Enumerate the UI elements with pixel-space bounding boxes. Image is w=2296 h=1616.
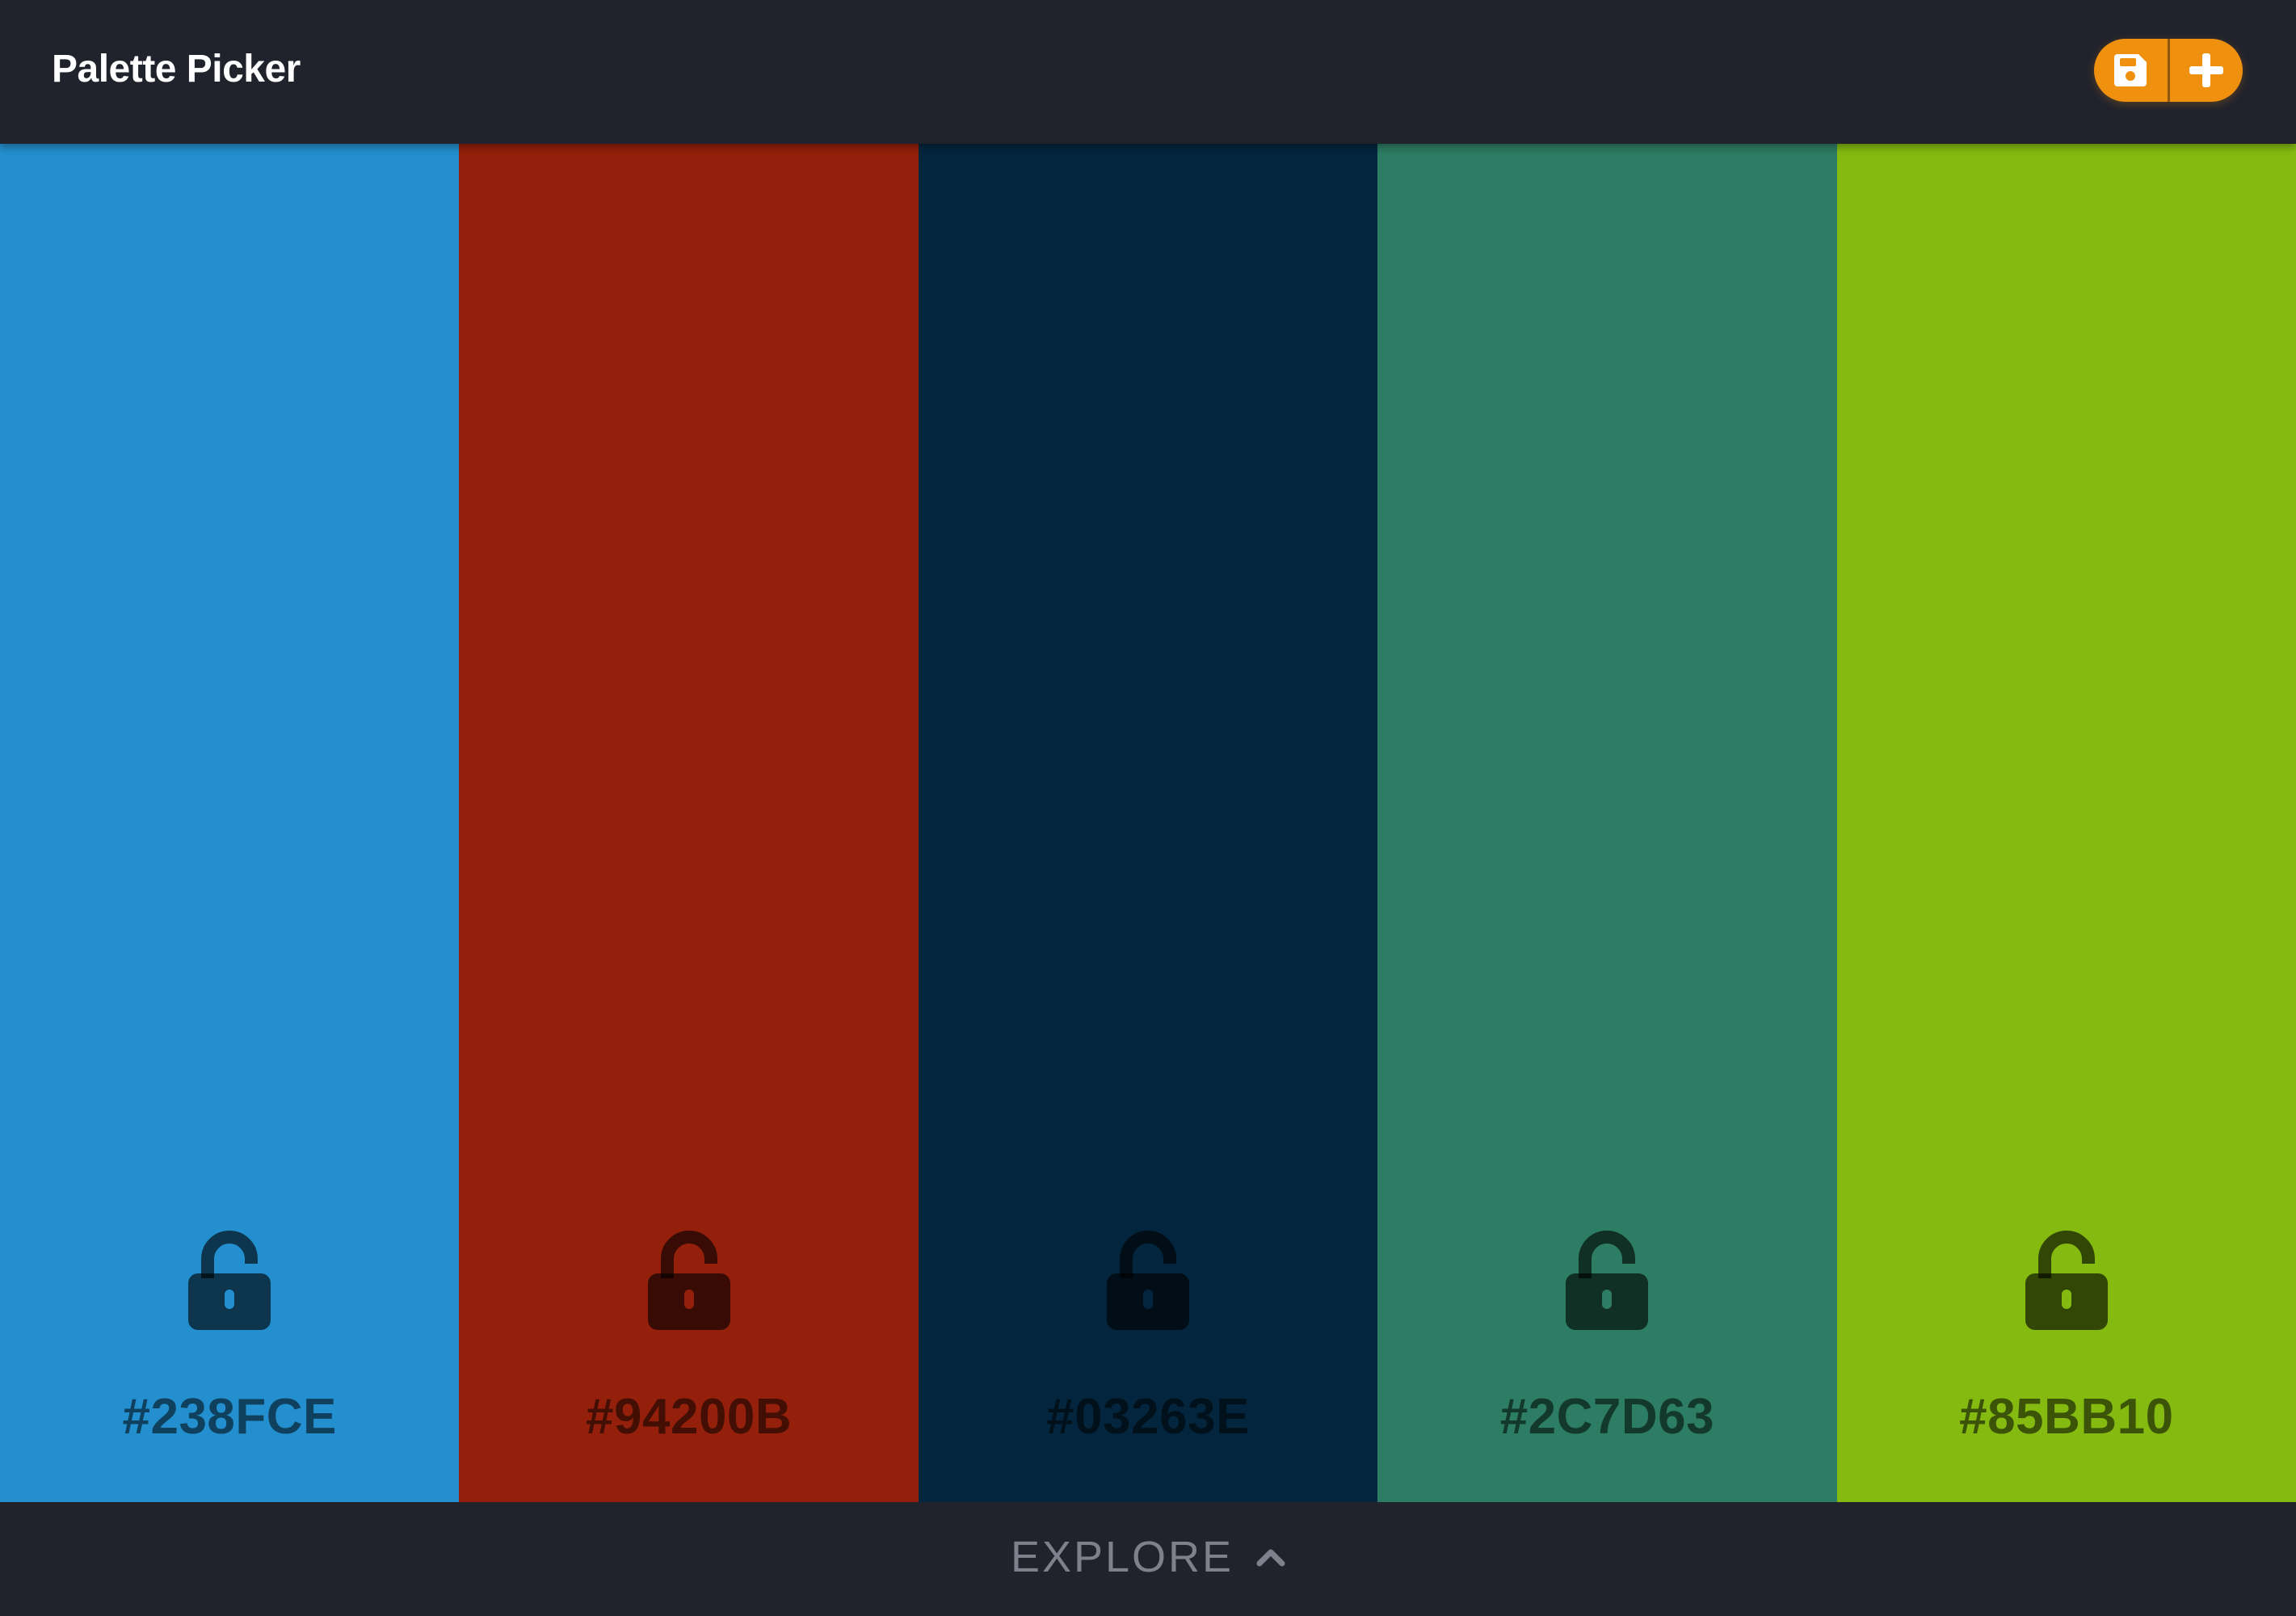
lock-toggle-button[interactable] (1562, 1227, 1651, 1332)
action-divider (2167, 39, 2170, 102)
hex-code-label[interactable]: #238FCE (0, 1388, 459, 1446)
color-swatch[interactable]: #85BB10 (1836, 144, 2296, 1502)
unlock-icon (2025, 1231, 2108, 1330)
color-swatch[interactable]: #94200B (459, 144, 919, 1502)
color-swatch[interactable]: #238FCE (0, 144, 460, 1502)
lock-toggle-button[interactable] (2022, 1227, 2111, 1332)
plus-icon (2189, 53, 2223, 87)
hex-code-label[interactable]: #94200B (459, 1388, 918, 1446)
hex-code-label[interactable]: #03263E (919, 1388, 1377, 1446)
unlock-icon (1107, 1231, 1190, 1330)
app-title: Palette Picker (52, 48, 301, 90)
add-palette-button[interactable] (2170, 39, 2243, 102)
unlock-icon (1566, 1231, 1649, 1330)
hex-code-label[interactable]: #2C7D63 (1377, 1388, 1836, 1446)
explore-label: EXPLORE (1010, 1533, 1234, 1581)
chevron-up-icon (1256, 1549, 1285, 1567)
lock-toggle-button[interactable] (645, 1227, 734, 1332)
app-header: Palette Picker (0, 0, 2296, 144)
color-swatch[interactable]: #2C7D63 (1377, 144, 1837, 1502)
save-palette-button[interactable] (2094, 39, 2168, 102)
color-swatches: #238FCE #94200B #03263E #2C7D63 #85BB10 (0, 144, 2296, 1502)
lock-toggle-button[interactable] (185, 1227, 274, 1332)
unlock-icon (188, 1231, 271, 1330)
palette-action-group (2094, 39, 2243, 102)
hex-code-label[interactable]: #85BB10 (1837, 1388, 2296, 1446)
explore-footer: EXPLORE (0, 1502, 2296, 1616)
unlock-icon (647, 1231, 730, 1330)
explore-button[interactable]: EXPLORE (1011, 1525, 1285, 1589)
lock-toggle-button[interactable] (1104, 1227, 1192, 1332)
floppy-disk-icon (2114, 54, 2147, 86)
color-swatch[interactable]: #03263E (918, 144, 1378, 1502)
